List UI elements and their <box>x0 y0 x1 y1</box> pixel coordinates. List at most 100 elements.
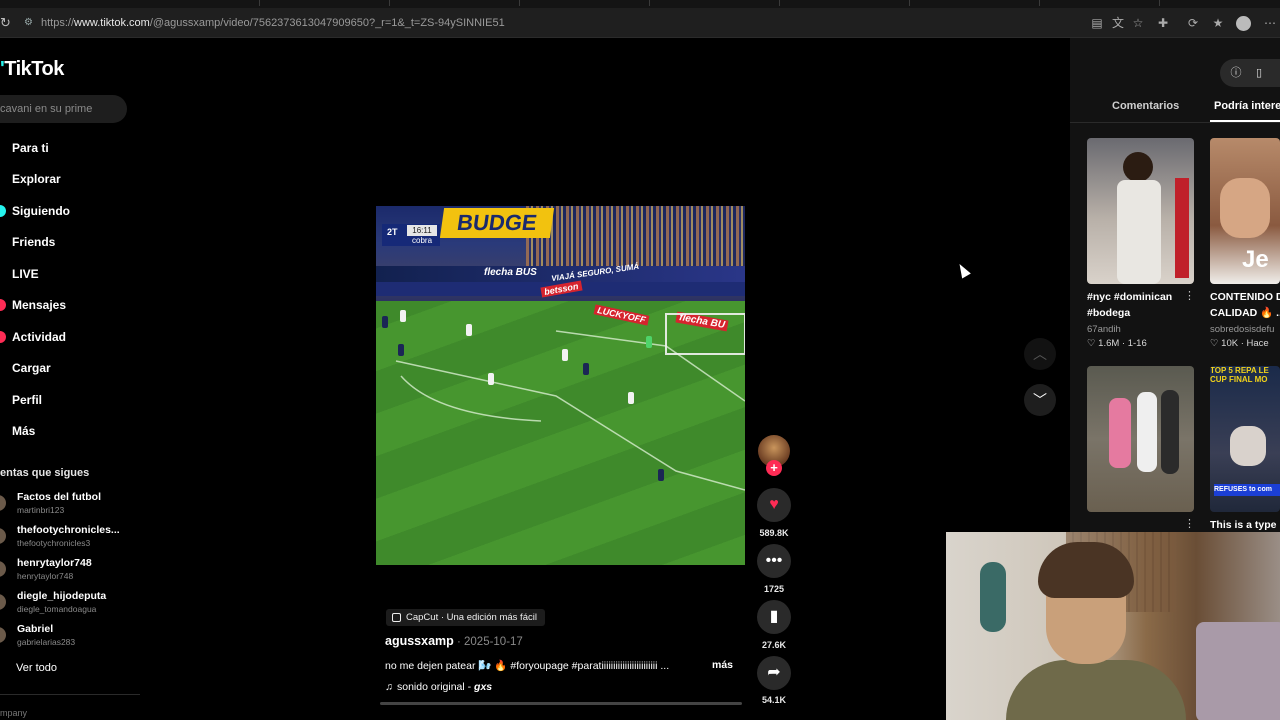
following-accounts-heading: entas que sigues <box>0 467 90 479</box>
followed-account[interactable]: Factos del futbol martinbri123 <box>0 491 130 519</box>
tab-you-may-like[interactable]: Podría intere <box>1214 100 1280 112</box>
webcam-overlay <box>946 532 1280 720</box>
browser-tab[interactable] <box>910 0 1040 6</box>
video-stats: ♡ 1.6M · 1-16 <box>1087 338 1147 349</box>
video-description: no me dejen patear 🌬️ 🔥 #foryoupage #par… <box>385 660 670 672</box>
browser-tab[interactable] <box>140 0 260 6</box>
info-icon[interactable]: ⓘ <box>1229 66 1243 80</box>
like-button[interactable]: ♥ <box>757 488 791 522</box>
player <box>466 324 472 336</box>
goalkeeper <box>646 336 652 348</box>
capcut-badge[interactable]: CapCut · Una edición más fácil <box>386 609 545 626</box>
avatar <box>0 528 6 544</box>
video-thumbnail[interactable]: TOP 5 REPA LE CUP FINAL MO REFUSES to co… <box>1210 366 1280 512</box>
tab-strip <box>0 0 1280 8</box>
like-count: 589.8K <box>759 528 789 538</box>
mobile-icon[interactable]: ▯ <box>1252 66 1266 80</box>
more-options-icon[interactable]: ⋮ <box>1184 289 1195 302</box>
followed-account[interactable]: diegle_hijodeputa diegle_tomandoagua <box>0 590 130 618</box>
video-author[interactable]: sobredosisdefu <box>1210 324 1280 335</box>
chevron-down-icon: ﹀ <box>1033 392 1047 408</box>
browser-tab[interactable] <box>520 0 650 6</box>
avatar <box>0 495 6 511</box>
bookmark-star-icon[interactable]: ☆ <box>1130 15 1146 31</box>
profile-avatar[interactable] <box>1236 16 1251 31</box>
video-title[interactable]: CALIDAD 🔥 ... <box>1210 305 1280 321</box>
follow-plus-button[interactable]: + <box>766 460 782 476</box>
sidebar-item-label: Friends <box>12 235 56 249</box>
music-note-icon: ♫ <box>385 681 393 693</box>
comment-button[interactable]: ••• <box>757 544 791 578</box>
tabs-divider <box>1070 122 1280 123</box>
account-name: henrytaylor748 <box>17 557 92 569</box>
player <box>488 373 494 385</box>
player <box>562 349 568 361</box>
account-name: thefootychronicles... <box>17 524 120 536</box>
active-tab-underline <box>1210 120 1280 122</box>
browser-toolbar: ↻ ⚙ https://www.tiktok.com/@agussxamp/vi… <box>0 0 1280 38</box>
webcam-background-item <box>980 562 1006 632</box>
browser-tab[interactable] <box>780 0 910 6</box>
see-all-link[interactable]: Ver todo <box>16 662 57 674</box>
video-title[interactable]: #bodega <box>1087 305 1187 321</box>
reload-icon[interactable]: ↻ <box>0 16 11 30</box>
sidebar: 'TikTok cavani en su prime Para ti Explor… <box>0 38 140 720</box>
share-button[interactable]: ➦ <box>757 656 791 690</box>
chevron-up-icon: ︿ <box>1033 346 1047 362</box>
sidebar-item-label: Más <box>12 424 36 438</box>
followed-account[interactable]: Gabriel gabrielarias283 <box>0 623 130 651</box>
account-name: diegle_hijodeputa <box>17 590 107 602</box>
video-title[interactable]: #nyc #dominican <box>1087 289 1187 305</box>
account-name: Gabriel <box>17 623 54 635</box>
panel-controls: ⓘ ▯ <box>1220 59 1280 87</box>
video-thumbnail[interactable] <box>1087 138 1194 284</box>
reader-mode-icon[interactable]: ▤ <box>1089 15 1105 31</box>
video-thumbnail[interactable]: Je <box>1210 138 1280 284</box>
site-info-icon[interactable]: ⚙ <box>24 17 34 29</box>
video-progress-bar[interactable] <box>380 702 742 705</box>
player <box>398 344 404 356</box>
more-menu-icon[interactable]: ⋯ <box>1262 15 1278 31</box>
sound-link[interactable]: ♫ sonido original - gxs <box>385 681 492 693</box>
avatar <box>0 627 6 643</box>
player <box>658 469 664 481</box>
save-button[interactable]: ▮ <box>757 600 791 634</box>
extensions-icon[interactable]: ✚ <box>1155 15 1171 31</box>
video-title[interactable]: This is a type <box>1210 517 1280 533</box>
account-handle: gabrielarias283 <box>17 637 76 647</box>
browser-tab[interactable] <box>650 0 780 6</box>
url-text[interactable]: https://www.tiktok.com/@agussxamp/video/… <box>41 17 505 29</box>
followed-account[interactable]: henrytaylor748 henrytaylor748 <box>0 557 130 585</box>
browser-tab[interactable] <box>1040 0 1160 6</box>
account-handle: diegle_tomandoagua <box>17 604 97 614</box>
favorites-icon[interactable]: ★ <box>1210 15 1226 31</box>
webcam-person-shirt <box>1006 660 1186 720</box>
tab-comments[interactable]: Comentarios <box>1112 100 1179 112</box>
account-handle: thefootychronicles3 <box>17 538 91 548</box>
sidebar-item-label: Mensajes <box>12 298 67 312</box>
translate-icon[interactable]: 文 <box>1110 15 1126 31</box>
tiktok-logo[interactable]: 'TikTok <box>0 58 64 81</box>
followed-account[interactable]: thefootychronicles... thefootychronicles3 <box>0 524 130 552</box>
browser-tab[interactable] <box>260 0 390 6</box>
more-button[interactable]: más <box>712 659 733 671</box>
search-input[interactable]: cavani en su prime <box>0 95 127 123</box>
browser-tab[interactable] <box>390 0 520 6</box>
more-options-icon[interactable]: ⋮ <box>1184 517 1195 530</box>
author-name[interactable]: agussxamp <box>385 634 454 648</box>
video-player[interactable]: BUDGE flecha BUS betsson VIAJÁ SEGURO, S… <box>376 206 745 565</box>
previous-video-button[interactable]: ︿ <box>1024 338 1056 370</box>
comment-icon: ••• <box>765 552 783 569</box>
video-title[interactable]: CONTENIDO D <box>1210 289 1280 305</box>
player <box>628 392 634 404</box>
webcam-person-hair <box>1038 542 1134 598</box>
address-bar[interactable]: ↻ ⚙ https://www.tiktok.com/@agussxamp/vi… <box>0 12 1280 36</box>
sidebar-item-label: Cargar <box>12 361 51 375</box>
sync-icon[interactable]: ⟳ <box>1185 15 1201 31</box>
video-author[interactable]: 67andih <box>1087 324 1187 335</box>
next-video-button[interactable]: ﹀ <box>1024 384 1056 416</box>
company-link[interactable]: mpany <box>0 708 27 718</box>
bookmark-icon: ▮ <box>769 608 779 625</box>
video-thumbnail[interactable] <box>1087 366 1194 512</box>
video-stats: ♡ 10K · Hace <box>1210 338 1269 349</box>
